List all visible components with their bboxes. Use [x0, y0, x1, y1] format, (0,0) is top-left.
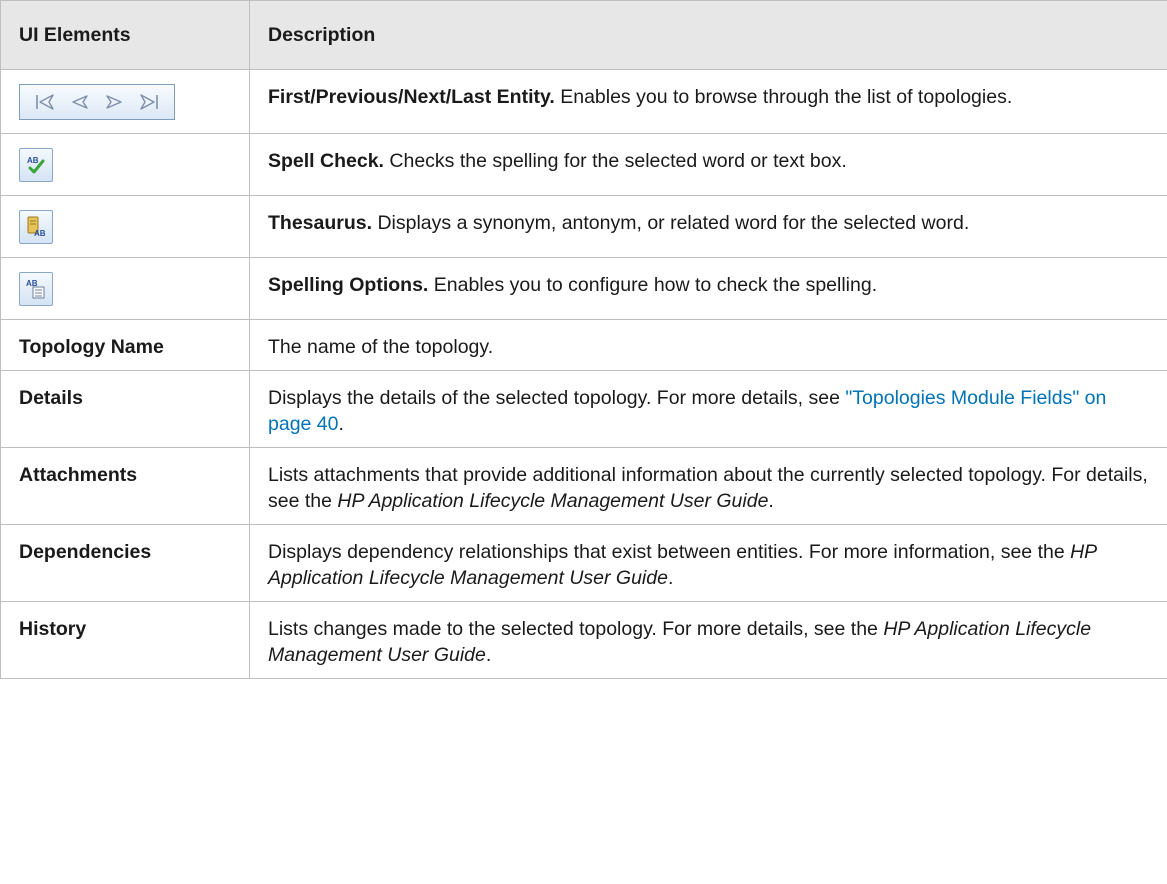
ui-element-name: Dependencies: [0, 524, 250, 602]
description-cell: First/Previous/Next/Last Entity. Enables…: [249, 69, 1167, 134]
row-description: Displays the details of the selected top…: [268, 387, 846, 409]
first-entity-icon[interactable]: [34, 92, 56, 112]
table-row: First/Previous/Next/Last Entity. Enables…: [0, 69, 1167, 134]
table-header-row: UI Elements Description: [0, 0, 1167, 70]
row-title: Spell Check.: [268, 150, 384, 172]
ui-element-name: History: [0, 601, 250, 679]
previous-entity-icon[interactable]: [70, 92, 90, 112]
description-cell: Thesaurus. Displays a synonym, antonym, …: [249, 195, 1167, 258]
row-description: Checks the spelling for the selected wor…: [383, 150, 847, 172]
row-description: Enables you to browse through the list o…: [554, 86, 1013, 108]
description-cell: Spell Check. Checks the spelling for the…: [249, 133, 1167, 196]
description-cell: Spelling Options. Enables you to configu…: [249, 257, 1167, 320]
svg-text:AB: AB: [34, 229, 46, 238]
table-row: Topology Name The name of the topology.: [0, 319, 1167, 371]
ui-element-cell: AB: [0, 133, 250, 196]
table-row: Attachments Lists attachments that provi…: [0, 447, 1167, 525]
ui-element-cell: AB: [0, 195, 250, 258]
row-description: Lists changes made to the selected topol…: [268, 618, 884, 640]
table-row: Details Displays the details of the sele…: [0, 370, 1167, 448]
last-entity-icon[interactable]: [138, 92, 160, 112]
row-description-end: .: [485, 644, 492, 666]
row-title: Thesaurus.: [268, 212, 373, 234]
table-row: AB Spelling Options. Enables you to conf…: [0, 257, 1167, 320]
ui-element-cell: AB: [0, 257, 250, 320]
table-row: AB Spell Check. Checks the spelling for …: [0, 133, 1167, 196]
ui-element-name: Attachments: [0, 447, 250, 525]
row-title: Spelling Options.: [268, 274, 429, 296]
ui-element-cell: [0, 69, 250, 134]
guide-reference: HP Application Lifecycle Management User…: [337, 490, 769, 512]
entity-navigation-toolbar: [19, 84, 175, 120]
description-cell: Displays the details of the selected top…: [249, 370, 1167, 448]
row-description: Displays dependency relationships that e…: [268, 541, 1071, 563]
row-description-end: .: [768, 490, 774, 512]
table-row: Dependencies Displays dependency relatio…: [0, 524, 1167, 602]
row-description: Enables you to configure how to check th…: [428, 274, 878, 296]
next-entity-icon[interactable]: [104, 92, 124, 112]
ui-element-name: Topology Name: [0, 319, 250, 371]
table-row: History Lists changes made to the select…: [0, 601, 1167, 679]
description-cell: Lists changes made to the selected topol…: [249, 601, 1167, 679]
spelling-options-icon[interactable]: AB: [19, 272, 53, 306]
description-cell: Displays dependency relationships that e…: [249, 524, 1167, 602]
row-description-end: .: [338, 413, 344, 435]
row-title: First/Previous/Next/Last Entity.: [268, 86, 555, 108]
row-description: Displays a synonym, antonym, or related …: [372, 212, 970, 234]
description-cell: The name of the topology.: [249, 319, 1167, 371]
header-ui-elements: UI Elements: [0, 0, 250, 70]
ui-elements-table: UI Elements Description First/Previous/N…: [0, 0, 1167, 679]
description-cell: Lists attachments that provide additiona…: [249, 447, 1167, 525]
ui-element-name: Details: [0, 370, 250, 448]
spell-check-icon[interactable]: AB: [19, 148, 53, 182]
thesaurus-icon[interactable]: AB: [19, 210, 53, 244]
svg-text:AB: AB: [27, 156, 39, 165]
header-description: Description: [249, 0, 1167, 70]
row-description-end: .: [667, 567, 674, 589]
table-row: AB Thesaurus. Displays a synonym, antony…: [0, 195, 1167, 258]
